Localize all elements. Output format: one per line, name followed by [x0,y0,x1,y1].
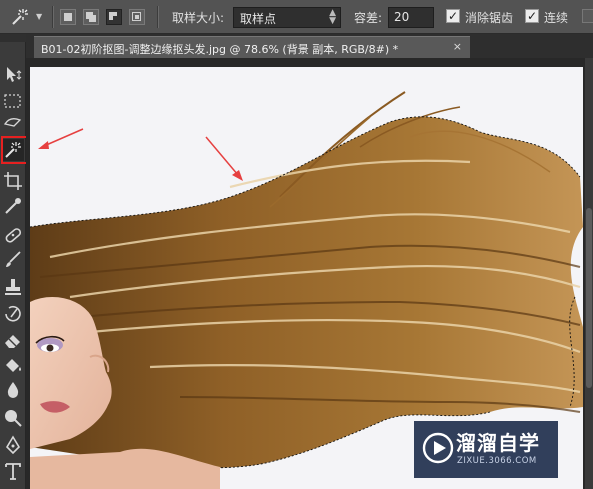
sample-size-label: 取样大小: [172,11,225,25]
document-tab-bar: B01-02初阶抠图-调整边缘抠头发.jpg @ 78.6% (背景 副本, R… [26,34,593,58]
new-selection-button[interactable] [60,9,76,25]
lasso-tool[interactable] [2,114,24,136]
sample-all-layers-checkbox[interactable] [582,9,593,23]
active-tool-highlight [1,136,28,164]
play-logo-icon [422,432,454,464]
eraser-icon [5,335,20,348]
sample-size-value: 取样点 [240,12,277,26]
magic-wand-icon [12,9,28,25]
move-icon [7,67,22,82]
document-title: B01-02初阶抠图-调整边缘抠头发.jpg @ 78.6% (背景 副本, R… [41,43,399,56]
tool-preset-picker[interactable] [8,6,30,28]
sample-size-select[interactable]: 取样点 ▲ ▼ [233,7,341,28]
tolerance-value: 20 [394,10,410,24]
crop-icon [4,172,22,190]
pen-tool[interactable] [2,434,24,456]
lasso-icon [3,118,22,127]
eyedropper-tool[interactable] [2,195,24,217]
clone-stamp-tool[interactable] [2,276,24,298]
tools-panel [0,34,28,489]
anti-alias-checkbox[interactable]: ✓ [446,9,460,23]
arrow-head-icon [232,170,243,181]
arrow-head-icon [38,141,49,149]
close-icon[interactable]: × [453,40,462,53]
dodge-tool[interactable] [2,407,24,429]
watermark-title: 溜溜自学 [456,431,540,455]
options-bar: ▼ 取样大小: 取样点 ▲ ▼ 容差: 20 ✓ 消除锯齿 ✓ 连续 [0,0,593,34]
document-tab[interactable]: B01-02初阶抠图-调整边缘抠头发.jpg @ 78.6% (背景 副本, R… [34,36,470,58]
paint-bucket-icon [6,359,21,372]
tolerance-input[interactable]: 20 [388,7,434,28]
brush-icon [6,251,21,267]
annotation-arrow [205,136,239,176]
blur-tool[interactable] [2,379,24,401]
checkmark-icon: ✓ [447,9,459,23]
panel-grip[interactable] [0,34,26,42]
contiguous-checkbox[interactable]: ✓ [525,9,539,23]
healing-brush-tool[interactable] [2,224,24,246]
type-icon [5,463,21,480]
chevron-down-icon[interactable]: ▼ [36,12,42,21]
clone-stamp-icon [5,279,21,295]
add-to-selection-button[interactable] [83,9,99,25]
paint-bucket-tool[interactable] [2,354,24,376]
anti-alias-label: 消除锯齿 [465,11,514,25]
tolerance-label: 容差: [354,11,383,25]
contiguous-label: 连续 [544,11,569,25]
scrollbar-thumb[interactable] [586,208,592,388]
marquee-icon [4,94,21,108]
eyedropper-icon [5,198,21,214]
intersect-selection-button[interactable] [129,9,145,25]
subtract-from-selection-button[interactable] [106,9,122,25]
divider [52,6,54,28]
history-brush-icon [5,305,21,322]
annotation-arrow [43,128,84,147]
history-brush-tool[interactable] [2,302,24,324]
divider [157,6,159,28]
blur-icon [7,382,19,398]
brush-tool[interactable] [2,248,24,270]
select-arrows-icon: ▲ ▼ [329,8,336,26]
rectangular-marquee-tool[interactable] [2,90,24,112]
eraser-tool[interactable] [2,329,24,351]
crop-tool[interactable] [2,170,24,192]
watermark-logo: 溜溜自学 ZIXUE.3066.COM [414,421,558,478]
watermark-url: ZIXUE.3066.COM [457,456,537,466]
dodge-icon [5,410,22,427]
move-tool[interactable] [2,64,24,86]
vertical-scrollbar[interactable] [585,58,593,489]
checkmark-icon: ✓ [526,9,538,23]
pen-icon [5,435,21,455]
type-tool[interactable] [2,460,24,482]
healing-brush-icon [5,228,22,243]
